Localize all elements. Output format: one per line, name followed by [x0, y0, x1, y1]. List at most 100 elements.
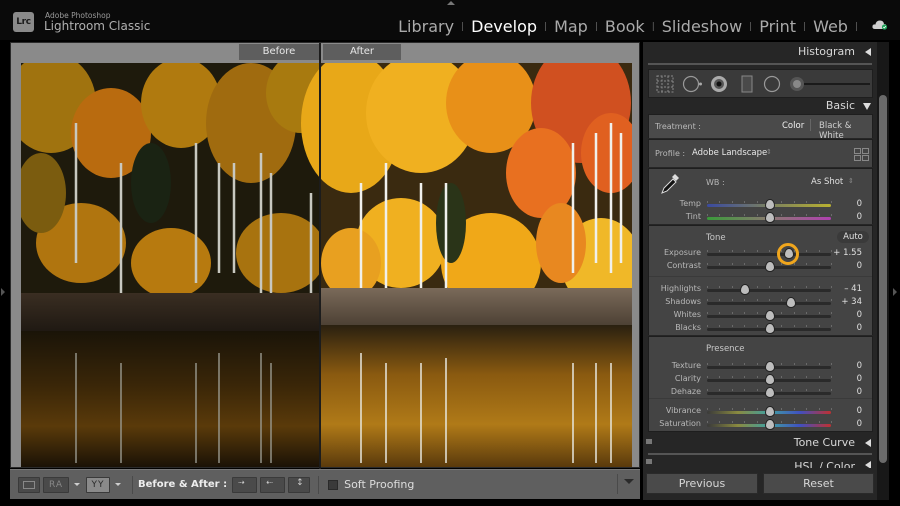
shadows-slider[interactable] [707, 297, 832, 308]
highlights-value[interactable]: – 41 [844, 284, 862, 294]
slider-tick [769, 299, 770, 301]
module-print[interactable]: Print [752, 17, 803, 36]
toolbar-content-dropdown-icon[interactable] [624, 479, 634, 484]
vibrance-row: Vibrance 0 [649, 406, 872, 417]
vibrance-value[interactable]: 0 [857, 406, 862, 416]
wb-dropdown[interactable]: As Shot [811, 177, 843, 187]
before-after-dropdown-icon[interactable] [115, 483, 121, 486]
slider-tick [744, 201, 746, 203]
tint-value[interactable]: 0 [857, 212, 862, 222]
tint-slider[interactable] [707, 212, 832, 223]
wb-dropdown-icon[interactable]: ⇕ [848, 177, 854, 185]
panel-toggle-switch[interactable] [646, 439, 652, 444]
slider-tick [781, 286, 783, 288]
previous-button[interactable]: Previous [646, 473, 758, 494]
shadows-value[interactable]: + 34 [841, 297, 862, 307]
radial-filter-tool-icon[interactable] [763, 75, 781, 93]
module-map[interactable]: Map [547, 17, 595, 36]
copy-before-to-after-button[interactable]: ⇢ [232, 476, 258, 493]
reset-button[interactable]: Reset [763, 473, 874, 494]
module-web[interactable]: Web [806, 17, 855, 36]
slider-tick [731, 312, 733, 314]
module-library[interactable]: Library [391, 17, 461, 36]
treatment-color-button[interactable]: Color [782, 121, 804, 131]
arrow-left-icon: ⇠ [266, 477, 273, 487]
lrc-logo: Lrc [13, 12, 34, 32]
slider-tick [806, 286, 808, 288]
right-panel-toggle-icon[interactable] [893, 288, 897, 296]
slider-tick [793, 325, 795, 327]
swap-before-after-button[interactable]: ↕ [288, 476, 311, 493]
wb-eyedropper-icon[interactable] [659, 172, 681, 196]
top-panel-toggle-icon[interactable] [447, 1, 455, 5]
crop-overlay-tool-icon[interactable] [656, 75, 674, 93]
tone-curve-panel-header[interactable]: Tone Curve [643, 433, 877, 453]
photo-image [21, 63, 632, 467]
blacks-slider[interactable] [707, 323, 832, 334]
clarity-value[interactable]: 0 [857, 374, 862, 384]
vibrance-slider[interactable] [707, 406, 832, 417]
cloud-sync-icon[interactable] [872, 19, 888, 30]
highlights-slider[interactable] [707, 284, 832, 295]
module-develop[interactable]: Develop [464, 17, 544, 36]
auto-tone-button[interactable]: Auto [837, 231, 869, 243]
spot-removal-tool-icon[interactable] [682, 75, 704, 93]
graduated-filter-tool-icon[interactable] [741, 75, 753, 93]
whites-value[interactable]: 0 [857, 310, 862, 320]
exposure-value[interactable]: + 1.55 [833, 248, 862, 258]
slider-tick [818, 389, 820, 391]
temp-slider[interactable] [707, 199, 832, 210]
slider-tick [831, 363, 832, 365]
texture-slider[interactable] [707, 361, 832, 372]
temp-value[interactable]: 0 [857, 199, 862, 209]
left-panel-toggle-icon[interactable] [1, 288, 5, 296]
saturation-slider[interactable] [707, 419, 832, 430]
whites-label: Whites [673, 310, 701, 319]
soft-proofing-label[interactable]: Soft Proofing [344, 478, 414, 491]
profile-dropdown-icon[interactable]: ⇕ [766, 148, 772, 156]
dehaze-value[interactable]: 0 [857, 387, 862, 397]
reference-view-dropdown-icon[interactable] [74, 483, 80, 486]
presence-label: Presence [706, 344, 745, 354]
hsl-panel-header[interactable]: HSL / Color [643, 456, 877, 468]
panel-toggle-switch[interactable] [646, 459, 652, 464]
slider-tick [731, 421, 733, 423]
blacks-value[interactable]: 0 [857, 323, 862, 333]
basic-panel-header[interactable]: Basic [643, 96, 877, 116]
slider-tick [756, 214, 758, 216]
slider-tick [831, 421, 832, 423]
slider-tick [781, 421, 783, 423]
whites-slider[interactable] [707, 310, 832, 321]
saturation-row: Saturation 0 [649, 419, 872, 430]
texture-value[interactable]: 0 [857, 361, 862, 371]
profile-browser-icon[interactable] [854, 148, 869, 161]
histogram-panel-header[interactable]: Histogram [643, 42, 877, 62]
swap-icon: ↕ [296, 477, 304, 488]
brush-size-slider[interactable] [804, 83, 870, 85]
adjustment-brush-tool-icon[interactable] [790, 77, 804, 91]
dehaze-slider[interactable] [707, 387, 832, 398]
red-eye-tool-icon[interactable] [710, 75, 728, 93]
clarity-slider[interactable] [707, 374, 832, 385]
saturation-value[interactable]: 0 [857, 419, 862, 429]
before-after-view-button[interactable]: YY [86, 476, 110, 493]
contrast-value[interactable]: 0 [857, 261, 862, 271]
module-book[interactable]: Book [598, 17, 652, 36]
treatment-bw-button[interactable]: Black & White [819, 121, 872, 141]
panel-scrollbar[interactable] [879, 95, 887, 463]
brand-title: Lightroom Classic [44, 19, 151, 33]
soft-proofing-checkbox[interactable] [328, 479, 339, 490]
temp-label: Temp [679, 199, 701, 208]
module-slideshow[interactable]: Slideshow [655, 17, 749, 36]
slider-tick [707, 363, 708, 365]
wb-label: WB : [706, 178, 725, 187]
copy-after-to-before-button[interactable]: ⇠ [260, 476, 286, 493]
slider-tick [818, 250, 820, 252]
contrast-slider[interactable] [707, 261, 832, 272]
profile-dropdown[interactable]: Adobe Landscape [692, 148, 767, 158]
photo-canvas[interactable] [21, 63, 632, 467]
exposure-slider[interactable] [707, 243, 832, 265]
loupe-view-button[interactable] [18, 476, 40, 493]
slider-tick [707, 408, 708, 410]
reference-view-button[interactable]: RA [43, 476, 69, 493]
